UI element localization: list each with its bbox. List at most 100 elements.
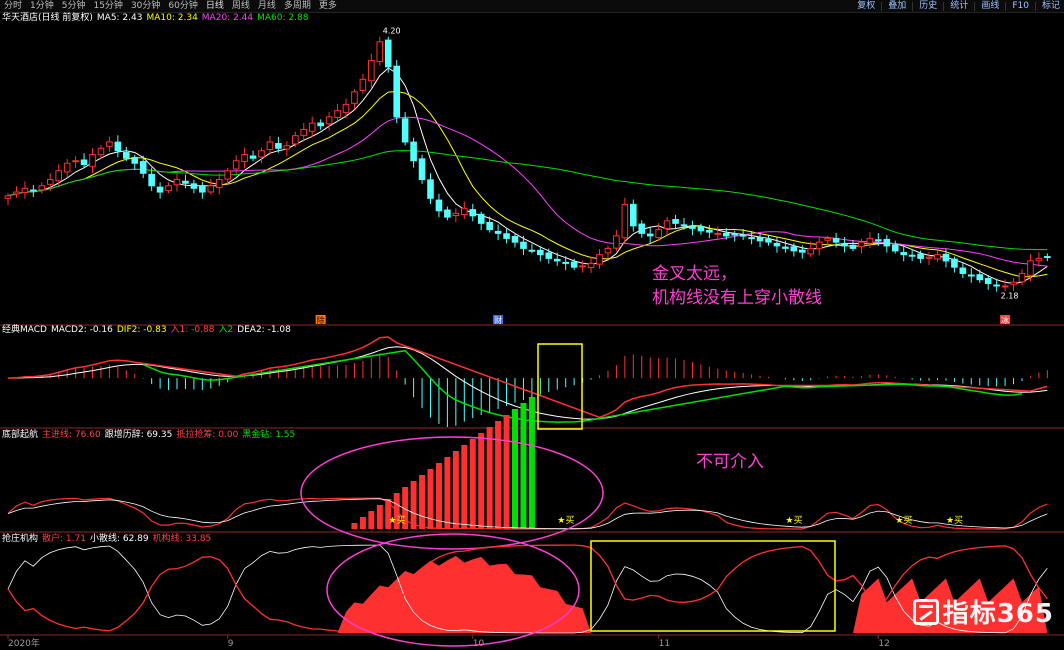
candle-body — [241, 153, 248, 163]
buy-star-0: ★买 — [388, 515, 405, 526]
candle-body — [215, 179, 223, 189]
candle-body — [553, 258, 561, 262]
candle-body — [984, 277, 992, 284]
candle-body — [697, 226, 705, 232]
candle-body — [587, 262, 595, 269]
candle-body — [308, 122, 316, 132]
bottom-bar — [435, 463, 442, 529]
candle-body — [951, 258, 958, 268]
candle-body — [782, 246, 789, 249]
bottom-bar — [478, 433, 485, 529]
candle-body — [182, 180, 189, 184]
period-tab-1[interactable]: 1分钟 — [26, 0, 58, 12]
candle-body — [106, 141, 113, 147]
candle-body — [545, 252, 553, 259]
candle-body — [207, 185, 215, 193]
candle-body — [959, 267, 967, 274]
legend-item-3: 入2 — [218, 325, 234, 335]
candle-body — [30, 189, 37, 192]
time-axis-label-2: 10 — [473, 639, 485, 649]
event-marker-label-2: 冰 — [1001, 315, 1009, 325]
candle-body — [790, 246, 798, 252]
candle-body — [570, 261, 578, 268]
time-axis-label-3: 11 — [659, 639, 670, 649]
candle-body — [900, 252, 908, 256]
candle-body — [875, 239, 882, 242]
legend-item-2: 入1: -0.88 — [170, 325, 215, 335]
candle-body — [908, 254, 916, 257]
bottom-bar — [520, 403, 527, 529]
candle-body — [325, 116, 333, 125]
bottom-bar — [410, 481, 417, 529]
candle-body — [630, 203, 637, 227]
candle-body — [13, 191, 20, 195]
candle-body — [765, 238, 772, 243]
candle-body — [739, 234, 747, 237]
candle-body — [621, 204, 629, 239]
period-tab-4[interactable]: 30分钟 — [127, 0, 164, 12]
macd-legend: 经典MACD MACD2: -0.16 DIF2: -0.83 入1: -0.88 入2… — [2, 325, 295, 336]
watermark-text: 指标365 — [942, 599, 1054, 629]
period-tab-2[interactable]: 5分钟 — [58, 0, 90, 12]
bottom-bar — [495, 421, 502, 529]
candle-body — [300, 128, 308, 136]
dif-line-rising — [7, 336, 1048, 419]
candle-body — [38, 185, 46, 191]
tool-button-5[interactable]: F10 — [1008, 0, 1033, 12]
candle-body — [503, 233, 510, 239]
tool-button-2[interactable]: 历史 — [915, 0, 941, 12]
candle-body — [435, 199, 443, 212]
candle-body — [815, 241, 823, 250]
period-tab-5[interactable]: 60分钟 — [164, 0, 201, 12]
bottom-bar — [452, 451, 459, 529]
candle-body — [351, 91, 358, 104]
period-tab-0[interactable]: 分时 — [0, 0, 26, 12]
legend-item-3: MA60: 2.88 — [257, 13, 309, 23]
candle-body — [359, 78, 367, 91]
candle-body — [494, 230, 502, 234]
candle-body — [21, 187, 29, 194]
candle-body — [689, 226, 696, 229]
candle-body — [72, 160, 79, 163]
tool-button-1[interactable]: 叠加 — [884, 0, 910, 12]
period-tab-3[interactable]: 15分钟 — [89, 0, 126, 12]
legend-item-3: 黑金钻: 1.55 — [242, 430, 296, 440]
candle-body — [942, 253, 950, 262]
time-axis-label-0: 2020年 — [8, 637, 40, 649]
bottom-bar — [359, 517, 366, 529]
period-tab-7[interactable]: 周线 — [228, 0, 254, 12]
period-tab-10[interactable]: 更多 — [315, 0, 341, 12]
ma5-line — [7, 67, 1048, 285]
legend-item-2: MA20: 2.44 — [201, 13, 254, 23]
candle-body — [114, 141, 122, 152]
tool-button-4[interactable]: 画线 — [977, 0, 1003, 12]
candle-body — [444, 209, 451, 218]
tool-button-3[interactable]: 统计 — [946, 0, 972, 12]
period-tab-9[interactable]: 多周期 — [280, 0, 315, 12]
tool-button-6[interactable]: 标记 — [1038, 0, 1064, 12]
event-marker-label-1: 财 — [494, 315, 502, 325]
tool-button-0[interactable]: 复权 — [853, 0, 879, 12]
candle-body — [511, 236, 519, 243]
candle-body — [89, 153, 96, 167]
time-axis-label-1: 9 — [228, 639, 234, 649]
candle-body — [604, 247, 612, 254]
candle-body — [883, 238, 891, 247]
candle-body — [393, 65, 400, 118]
candle-body — [714, 232, 722, 235]
candle-body — [427, 179, 434, 199]
period-tab-8[interactable]: 月线 — [254, 0, 280, 12]
candle-body — [317, 122, 324, 127]
annotation-golden-cross: 金叉太远， 机构线没有上穿小散线 — [652, 262, 822, 310]
period-tabs: 分时 1分钟 5分钟 15分钟 30分钟 60分钟 日线 周线 月线 多周期 更多 — [0, 0, 341, 12]
toolbar-separator — [881, 1, 883, 11]
candle-body — [799, 249, 806, 253]
legend-item-2: 机构线: 33.85 — [152, 534, 212, 544]
candle-body — [537, 249, 544, 256]
toolbar-separator — [974, 1, 976, 11]
period-tab-6[interactable]: 日线 — [202, 0, 228, 12]
main-legend: 华天酒店(日线 前复权) MA5: 2.43 MA10: 2.34 MA20: 2.4… — [2, 13, 312, 24]
candle-body — [173, 179, 181, 186]
annotation-line-1: 金叉太远， — [652, 264, 737, 284]
ma60-line — [7, 150, 1048, 251]
